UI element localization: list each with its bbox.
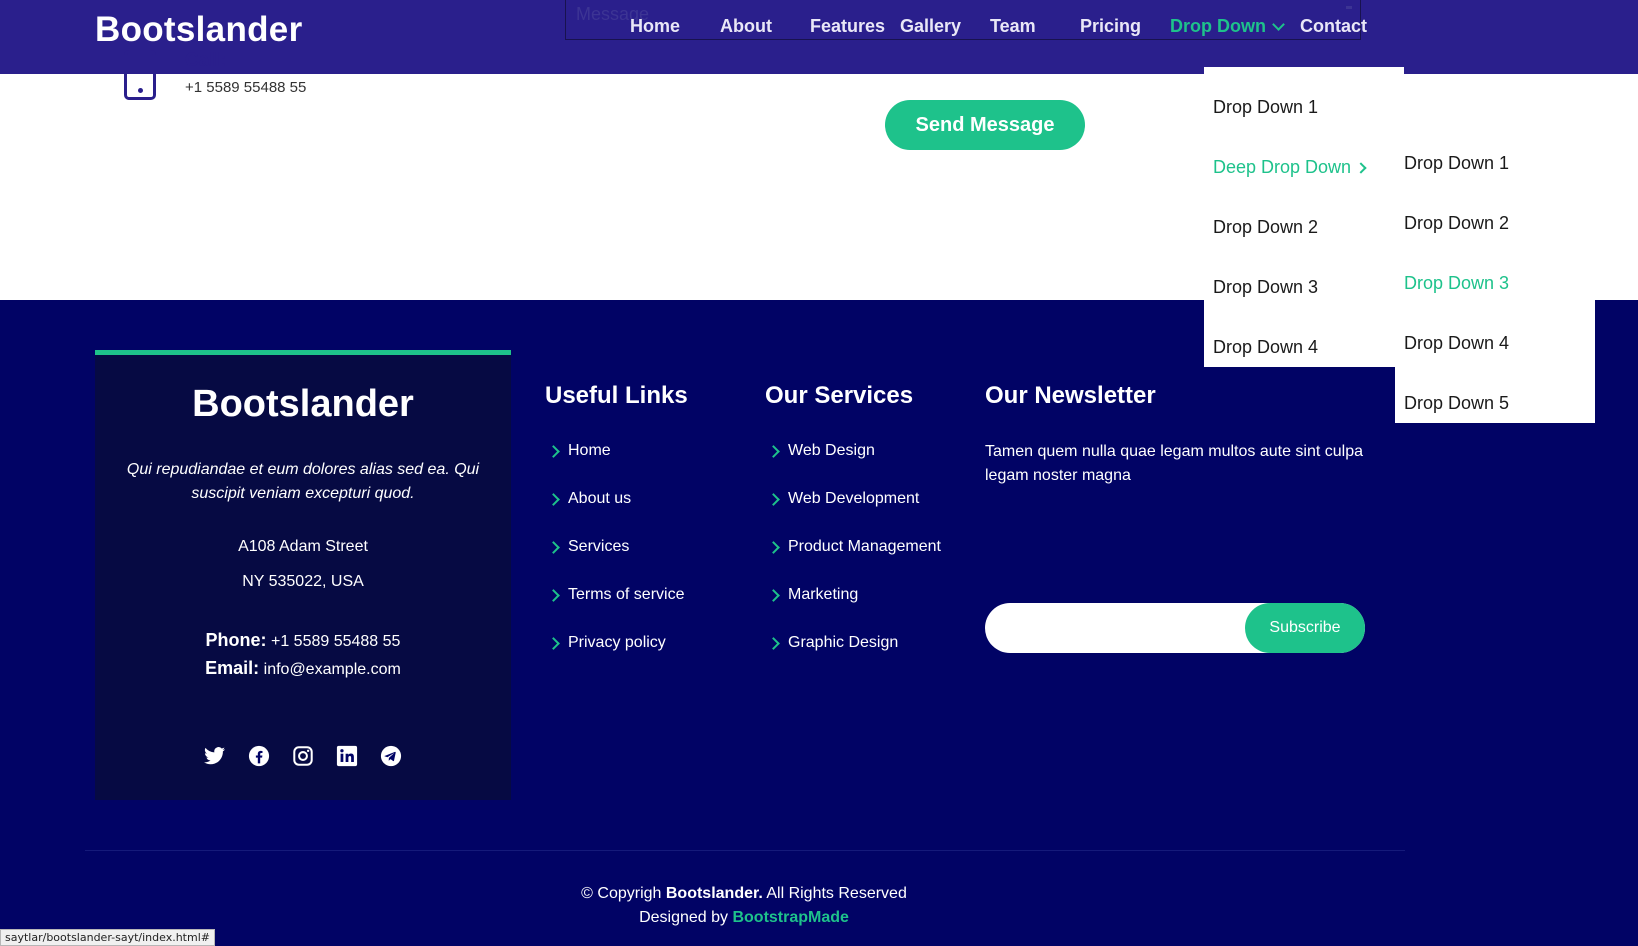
useful-links: Useful Links Home About us Services Term… bbox=[545, 382, 688, 682]
service-link-label: Graphic Design bbox=[788, 634, 899, 651]
chevron-down-icon bbox=[1272, 18, 1285, 31]
footer-email: info@example.com bbox=[263, 661, 401, 678]
newsletter: Our Newsletter Tamen quem nulla quae leg… bbox=[985, 382, 1375, 488]
chevron-right-icon bbox=[767, 445, 780, 458]
deep-dropdown-item[interactable]: Drop Down 5 bbox=[1404, 393, 1509, 414]
nav-home[interactable]: Home bbox=[630, 16, 680, 37]
deep-dropdown-item[interactable]: Drop Down 1 bbox=[1404, 153, 1509, 174]
bootstrapmade-link[interactable]: BootstrapMade bbox=[732, 909, 848, 926]
header: Message Bootslander Home About Features … bbox=[0, 0, 1638, 74]
footer-about: Bootslander Qui repudiandae et eum dolor… bbox=[95, 350, 511, 800]
service-link-web-development[interactable]: Web Development bbox=[765, 490, 941, 538]
nav-dropdown[interactable]: Drop Down bbox=[1170, 16, 1285, 37]
designed-by-prefix: Designed by bbox=[639, 909, 729, 926]
footer-link-home[interactable]: Home bbox=[545, 442, 688, 490]
email-label: Email: bbox=[205, 658, 260, 678]
nav-contact[interactable]: Contact bbox=[1300, 16, 1367, 37]
footer-link-about[interactable]: About us bbox=[545, 490, 688, 538]
facebook-icon[interactable] bbox=[248, 745, 270, 767]
resize-handle-icon bbox=[1346, 6, 1352, 9]
dropdown-item[interactable]: Drop Down 2 bbox=[1213, 217, 1318, 238]
dropdown-item[interactable]: Drop Down 3 bbox=[1213, 277, 1318, 298]
footer-tagline: Qui repudiandae et eum dolores alias sed… bbox=[126, 461, 480, 502]
copyright-prefix: © Copyrigh bbox=[581, 885, 662, 902]
footer-link-terms[interactable]: Terms of service bbox=[545, 586, 688, 634]
instagram-icon[interactable] bbox=[292, 745, 314, 767]
address-line-2: NY 535022, USA bbox=[242, 573, 364, 590]
telegram-icon[interactable] bbox=[380, 745, 402, 767]
service-link-product-management[interactable]: Product Management bbox=[765, 538, 941, 586]
nav-about[interactable]: About bbox=[720, 16, 772, 37]
subscribe-button[interactable]: Subscribe bbox=[1245, 603, 1365, 653]
service-link-label: Product Management bbox=[788, 538, 941, 555]
dropdown-menu: Drop Down 1 Deep Drop Down Drop Down 2 D… bbox=[1204, 67, 1404, 367]
browser-status-bar: saytlar/bootslander-sayt/index.html# bbox=[0, 929, 215, 946]
phone-label: Phone: bbox=[205, 630, 267, 650]
footer-link-label: Home bbox=[568, 442, 611, 459]
chevron-right-icon bbox=[547, 541, 560, 554]
call-number: +1 5589 55488 55 bbox=[185, 79, 307, 96]
linkedin-icon[interactable] bbox=[336, 745, 358, 767]
chevron-right-icon bbox=[547, 445, 560, 458]
footer-link-label: Terms of service bbox=[568, 586, 685, 603]
dropdown-item[interactable]: Drop Down 4 bbox=[1213, 337, 1318, 358]
deep-dropdown-item[interactable]: Drop Down 2 bbox=[1404, 213, 1509, 234]
deep-dropdown-menu: Drop Down 1 Drop Down 2 Drop Down 3 Drop… bbox=[1395, 128, 1595, 423]
send-message-button[interactable]: Send Message bbox=[885, 100, 1085, 150]
newsletter-title: Our Newsletter bbox=[985, 382, 1156, 409]
service-link-label: Marketing bbox=[788, 586, 859, 603]
footer-phone: +1 5589 55488 55 bbox=[270, 633, 401, 650]
nav-pricing[interactable]: Pricing bbox=[1080, 16, 1141, 37]
chevron-right-icon bbox=[1355, 162, 1367, 174]
deep-dropdown-label: Deep Drop Down bbox=[1213, 157, 1352, 177]
service-link-web-design[interactable]: Web Design bbox=[765, 442, 941, 490]
copyright-brand: Bootslander. bbox=[665, 885, 763, 902]
footer-link-label: Privacy policy bbox=[568, 634, 666, 651]
service-link-label: Web Design bbox=[788, 442, 875, 459]
chevron-right-icon bbox=[547, 637, 560, 650]
chevron-right-icon bbox=[767, 589, 780, 602]
useful-links-title: Useful Links bbox=[545, 382, 688, 409]
chevron-right-icon bbox=[547, 589, 560, 602]
deep-dropdown-item[interactable]: Drop Down 3 bbox=[1404, 273, 1509, 294]
chevron-right-icon bbox=[767, 637, 780, 650]
copyright-suffix: All Rights Reserved bbox=[766, 885, 907, 902]
footer-brand: Bootslander bbox=[192, 383, 414, 425]
nav-team[interactable]: Team bbox=[990, 16, 1036, 37]
call-label: Call: bbox=[185, 50, 227, 71]
nav-dropdown-label: Drop Down bbox=[1170, 16, 1266, 36]
our-services: Our Services Web Design Web Development … bbox=[765, 382, 941, 682]
footer-link-label: About us bbox=[568, 490, 632, 507]
footer-link-label: Services bbox=[568, 538, 630, 555]
footer-link-services[interactable]: Services bbox=[545, 538, 688, 586]
dropdown-item[interactable]: Drop Down 1 bbox=[1213, 97, 1318, 118]
chevron-right-icon bbox=[547, 493, 560, 506]
site-logo[interactable]: Bootslander bbox=[95, 10, 303, 50]
chevron-right-icon bbox=[767, 493, 780, 506]
service-link-graphic-design[interactable]: Graphic Design bbox=[765, 634, 941, 682]
deep-dropdown-item[interactable]: Deep Drop Down bbox=[1213, 157, 1367, 178]
nav-gallery[interactable]: Gallery bbox=[900, 16, 961, 37]
service-link-marketing[interactable]: Marketing bbox=[765, 586, 941, 634]
address-line-1: A108 Adam Street bbox=[238, 538, 368, 555]
chevron-right-icon bbox=[767, 541, 780, 554]
deep-dropdown-item[interactable]: Drop Down 4 bbox=[1404, 333, 1509, 354]
copyright: © Copyrigh Bootslander. All Rights Reser… bbox=[0, 882, 1488, 930]
phone-icon bbox=[124, 50, 156, 100]
service-link-label: Web Development bbox=[788, 490, 920, 507]
footer-link-privacy[interactable]: Privacy policy bbox=[545, 634, 688, 682]
services-title: Our Services bbox=[765, 382, 914, 409]
nav-features[interactable]: Features bbox=[810, 16, 885, 37]
newsletter-email-input[interactable]: Subscribe bbox=[985, 603, 1365, 653]
twitter-icon[interactable] bbox=[204, 745, 226, 767]
newsletter-text: Tamen quem nulla quae legam multos aute … bbox=[985, 443, 1363, 484]
footer: Bootslander Qui repudiandae et eum dolor… bbox=[0, 300, 1638, 946]
footer-contact: Phone: +1 5589 55488 55 Email: info@exam… bbox=[95, 627, 511, 683]
footer-divider bbox=[85, 850, 1405, 851]
social-links bbox=[95, 745, 511, 767]
